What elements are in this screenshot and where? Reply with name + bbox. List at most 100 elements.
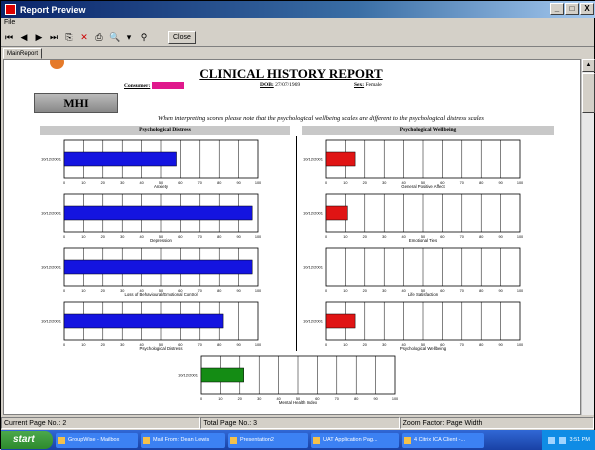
tick-label: 10 (343, 289, 347, 293)
tick-label: 0 (63, 235, 65, 239)
current-page-status: Current Page No.: 2 (1, 417, 201, 429)
scroll-thumb[interactable] (582, 73, 595, 113)
citrix-icon (404, 436, 411, 444)
tick-label: 40 (139, 181, 143, 185)
tick-label: 100 (255, 343, 261, 347)
tick-label: 0 (63, 289, 65, 293)
minimize-button[interactable]: _ (550, 3, 564, 15)
bar (325, 151, 356, 167)
tick-label: 30 (120, 235, 124, 239)
clock: 3:51 PM (569, 437, 590, 443)
task-presentation[interactable]: Presentation2 (228, 432, 308, 448)
tick-label: 30 (120, 343, 124, 347)
print-icon[interactable]: ⎙ (94, 32, 104, 43)
menu-file[interactable]: File (4, 19, 15, 26)
task-label: UAT Application Pag... (323, 436, 378, 443)
maximize-button[interactable]: □ (565, 3, 579, 15)
tick-label: 100 (392, 397, 398, 401)
tick-label: 90 (498, 289, 502, 293)
tick-label: 70 (198, 181, 202, 185)
category-label: 10/12/2001 (303, 319, 324, 324)
tick-label: 30 (120, 181, 124, 185)
system-tray: 3:51 PM (541, 430, 595, 450)
taskbar: start GroupWise - Mailbox Mail From: Dea… (1, 430, 595, 450)
axis-title: Depression (150, 238, 172, 243)
tick-label: 100 (517, 343, 523, 347)
bar (325, 205, 348, 221)
tick-label: 20 (238, 397, 242, 401)
close-button[interactable]: Close (168, 31, 196, 44)
tick-label: 90 (236, 235, 240, 239)
axis-title: Mental Health Index (279, 400, 318, 405)
network-icon[interactable] (547, 436, 555, 444)
task-uat[interactable]: UAT Application Pag... (311, 432, 399, 448)
report-page: CLINICAL HISTORY REPORT Consumer: DOB: 2… (26, 60, 556, 414)
tick-label: 100 (517, 181, 523, 185)
tick-label: 90 (236, 181, 240, 185)
category-label: 10/12/2001 (178, 373, 199, 378)
last-page-icon[interactable]: ⏭ (49, 32, 59, 43)
tick-label: 10 (81, 289, 85, 293)
tick-label: 70 (335, 397, 339, 401)
tick-label: 60 (178, 235, 182, 239)
tick-label: 0 (200, 397, 202, 401)
tick-label: 10 (343, 235, 347, 239)
title-bar[interactable]: Report Preview _ □ X (1, 1, 595, 18)
tick-label: 0 (325, 181, 327, 185)
export-icon[interactable]: ⎘ (64, 32, 74, 43)
vertical-scrollbar[interactable]: ▲ (581, 59, 595, 415)
task-label: GroupWise - Mailbox (68, 436, 120, 443)
volume-icon[interactable] (558, 436, 566, 444)
close-window-button[interactable]: X (580, 3, 594, 15)
tick-label: 30 (257, 397, 261, 401)
toolbar: ⏮ ◀ ▶ ⏭ ⎘ ✕ ⎙ 🔍 ▾ ⚲ Close (1, 29, 594, 47)
tick-label: 80 (479, 343, 483, 347)
next-page-icon[interactable]: ▶ (34, 32, 44, 43)
category-label: 10/12/2001 (41, 265, 62, 270)
tick-label: 100 (255, 235, 261, 239)
tab-main-report[interactable]: MainReport (3, 48, 43, 59)
start-button[interactable]: start (1, 431, 53, 449)
tick-label: 20 (101, 289, 105, 293)
tick-label: 20 (363, 181, 367, 185)
tick-label: 20 (363, 235, 367, 239)
task-label: 4 Citrix ICA Client -... (414, 436, 466, 443)
tick-label: 0 (63, 343, 65, 347)
bar (325, 313, 356, 329)
tick-label: 10 (343, 343, 347, 347)
search-icon[interactable]: ⚲ (139, 32, 149, 43)
tick-label: 100 (255, 181, 261, 185)
browser-icon (313, 436, 320, 444)
task-citrix[interactable]: 4 Citrix ICA Client -... (402, 432, 484, 448)
axis-title: Psychological Distress (140, 346, 183, 351)
cancel-icon[interactable]: ✕ (79, 32, 89, 43)
zoom-icon[interactable]: 🔍 (109, 32, 120, 43)
tick-label: 10 (343, 181, 347, 185)
tick-label: 90 (498, 235, 502, 239)
category-label: 10/12/2001 (41, 211, 62, 216)
status-bar: Current Page No.: 2 Total Page No.: 3 Zo… (1, 417, 594, 429)
tick-label: 80 (479, 289, 483, 293)
tick-label: 10 (218, 397, 222, 401)
tick-label: 90 (236, 289, 240, 293)
report-preview-window: Report Preview _ □ X File ⏮ ◀ ▶ ⏭ ⎘ ✕ ⎙ … (0, 0, 595, 450)
tick-label: 40 (401, 289, 405, 293)
task-mail[interactable]: Mail From: Dean Lewis (141, 432, 225, 448)
app-icon (5, 4, 16, 15)
tick-label: 100 (517, 235, 523, 239)
tick-label: 0 (325, 235, 327, 239)
mail-icon (143, 436, 150, 444)
category-label: 10/12/2001 (303, 211, 324, 216)
scroll-up-icon[interactable]: ▲ (582, 59, 595, 72)
task-groupwise[interactable]: GroupWise - Mailbox (56, 432, 138, 448)
tick-label: 80 (217, 343, 221, 347)
report-viewport[interactable]: CLINICAL HISTORY REPORT Consumer: DOB: 2… (3, 59, 581, 415)
tick-label: 70 (198, 289, 202, 293)
prev-page-icon[interactable]: ◀ (19, 32, 29, 43)
tick-label: 80 (354, 397, 358, 401)
tab-bar: MainReport (1, 48, 594, 59)
first-page-icon[interactable]: ⏮ (4, 32, 14, 43)
tick-label: 60 (440, 289, 444, 293)
tick-label: 80 (217, 235, 221, 239)
zoom-dropdown-icon[interactable]: ▾ (124, 32, 134, 43)
